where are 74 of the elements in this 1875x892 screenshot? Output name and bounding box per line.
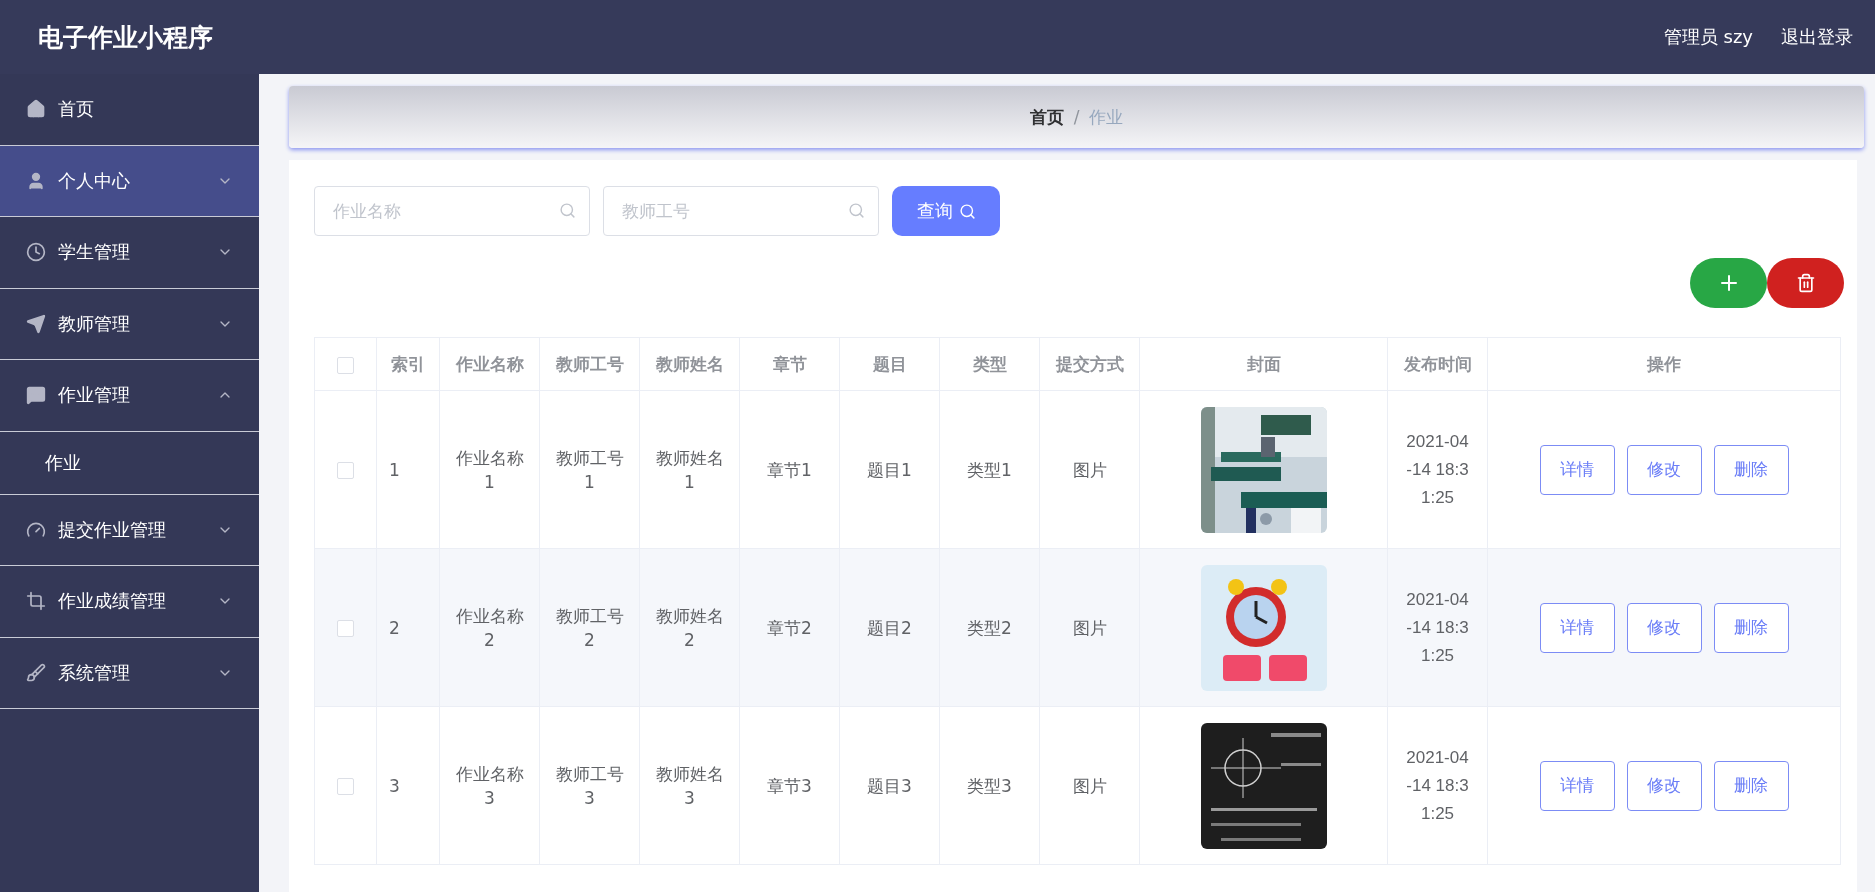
table-cell-text: 图片 [1071, 458, 1108, 482]
table-cell-text: 类型3 [966, 774, 1013, 798]
search-icon [848, 202, 865, 219]
brush-icon [26, 662, 46, 683]
column-header: 操作 [1647, 353, 1681, 374]
column-header: 教师姓名 [655, 353, 724, 374]
table-cell-text: 章节1 [766, 458, 813, 482]
search-field[interactable]: 作业名称 [314, 186, 590, 236]
column-header: 封面 [1246, 353, 1281, 374]
add-button[interactable] [1690, 258, 1767, 308]
column-header: 提交方式 [1055, 353, 1124, 374]
table-cell-text: 作业名称2 [454, 604, 525, 652]
breadcrumb-item: 作业 [1089, 105, 1124, 129]
delete-button[interactable] [1767, 258, 1844, 308]
column-header: 章节 [772, 353, 807, 374]
edit-button[interactable]: 修改 [1626, 444, 1702, 495]
details-button[interactable]: 详情 [1539, 760, 1615, 811]
column-header: 索引 [391, 353, 425, 374]
trash-icon [1795, 273, 1816, 293]
column-header: 题目 [872, 353, 907, 374]
table-cell-text: 类型1 [966, 458, 1013, 482]
table-cell-text: 教师工号2 [554, 604, 625, 652]
table-cell-text: 教师姓名1 [654, 446, 725, 494]
column-header: 作业名称 [455, 353, 524, 374]
table-cell-text: 教师工号1 [554, 446, 625, 494]
table-cell-text: 教师姓名3 [654, 762, 725, 810]
column-header: 教师工号 [555, 353, 624, 374]
table-cell-text: 题目1 [866, 458, 913, 482]
user-icon [26, 170, 46, 191]
search-icon [958, 202, 976, 220]
table-cell-text: 2021-04-14 18:31:25 [1405, 746, 1470, 825]
clock-icon [26, 242, 46, 263]
breadcrumb-item[interactable]: 首页 [1029, 105, 1064, 129]
home-icon [26, 99, 46, 120]
app-title: 电子作业小程序 [38, 21, 213, 54]
delete-button[interactable]: 删除 [1713, 444, 1789, 495]
query-button[interactable]: 查询 [892, 186, 1000, 236]
table-cell-text: 章节3 [766, 774, 813, 798]
column-header: 发布时间 [1403, 353, 1472, 374]
delete-button[interactable]: 删除 [1713, 602, 1789, 653]
sidebar-item[interactable]: 个人中心 [0, 145, 259, 217]
checkbox[interactable] [337, 620, 354, 637]
checkbox[interactable] [337, 462, 354, 479]
details-button[interactable]: 详情 [1539, 602, 1615, 653]
table-cell-text: 类型2 [966, 616, 1013, 640]
column-header: 类型 [972, 353, 1007, 374]
edit-button[interactable]: 修改 [1626, 760, 1702, 811]
details-button[interactable]: 详情 [1539, 444, 1615, 495]
admin-name: 管理员 szy [1663, 25, 1753, 49]
table-cell-text: 2021-04-14 18:31:25 [1405, 588, 1470, 667]
edit-button[interactable]: 修改 [1626, 602, 1702, 653]
table-cell-text: 章节2 [766, 616, 813, 640]
logout-link[interactable]: 退出登录 [1781, 25, 1853, 49]
table-cell-text: 3 [388, 774, 401, 798]
breadcrumb-separator: / [1073, 107, 1080, 127]
crop-icon [26, 591, 46, 612]
search-field[interactable]: 教师工号 [603, 186, 879, 236]
table-cell-text: 教师姓名2 [654, 604, 725, 652]
table-cell-text: 图片 [1071, 774, 1108, 798]
checkbox[interactable] [337, 778, 354, 795]
search-icon [559, 202, 576, 219]
chat-icon [26, 385, 46, 406]
table-cell-text: 题目2 [866, 616, 913, 640]
checkbox[interactable] [337, 356, 354, 374]
table-cell-text: 2021-04-14 18:31:25 [1405, 430, 1470, 509]
table-cell-text: 作业名称3 [454, 762, 525, 810]
table-cell-text: 图片 [1071, 616, 1108, 640]
delete-button[interactable]: 删除 [1713, 760, 1789, 811]
table-cell-text: 题目3 [866, 774, 913, 798]
table-cell-text: 1 [388, 458, 401, 482]
table-cell-text: 2 [388, 616, 401, 640]
table-cell-text: 教师工号3 [554, 762, 625, 810]
paper-plane-icon [26, 313, 46, 334]
table-cell-text: 作业名称1 [454, 446, 525, 494]
